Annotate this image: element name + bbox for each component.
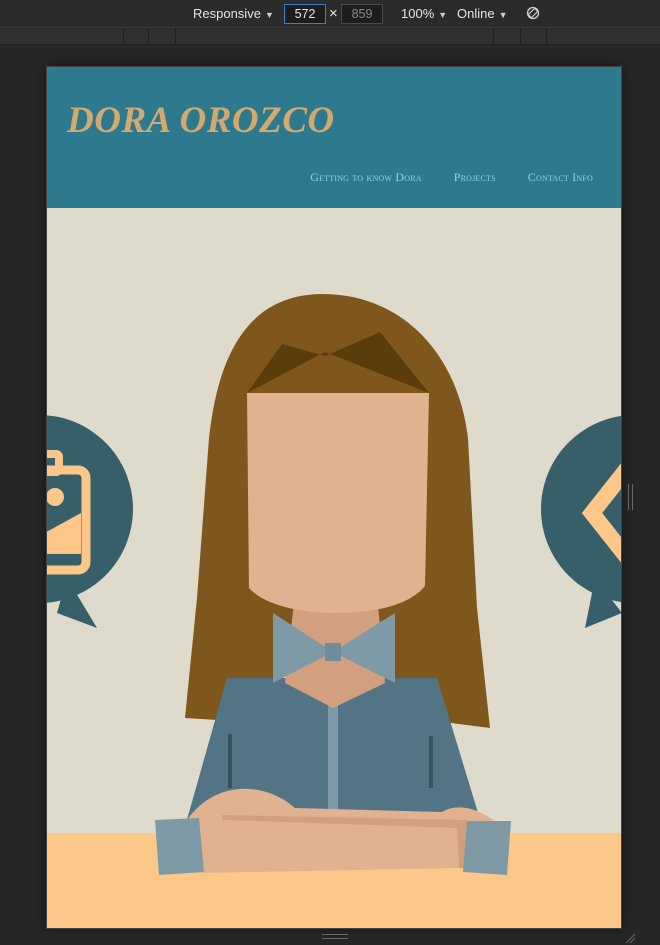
device-mode-dropdown[interactable]: Responsive ▼: [193, 6, 274, 22]
hero-illustration: [47, 208, 621, 928]
nav-link-contact[interactable]: Contact Info: [528, 170, 593, 185]
main-nav: Getting to know Dora Projects Contact In…: [310, 170, 593, 185]
device-mode-label: Responsive: [193, 6, 261, 21]
nav-link-about[interactable]: Getting to know Dora: [310, 170, 422, 185]
page-viewport: DORA OROZCO Getting to know Dora Project…: [47, 67, 621, 928]
media-query-ruler: [0, 29, 660, 45]
bottom-resize-handle[interactable]: [322, 934, 348, 939]
chevron-down-icon: ▼: [498, 10, 508, 20]
chevron-down-icon: ▼: [438, 10, 448, 20]
times-icon: ×: [329, 5, 338, 22]
zoom-label: 100%: [401, 6, 435, 21]
throttling-dropdown[interactable]: Online ▼: [457, 6, 508, 22]
right-resize-handle[interactable]: [628, 484, 633, 510]
devtools-toolbar: Responsive▼ × 100%▼ Online▼: [0, 0, 660, 28]
viewport-height-input[interactable]: [341, 4, 383, 24]
site-title[interactable]: DORA OROZCO: [67, 99, 335, 142]
rotate-icon[interactable]: [526, 6, 540, 20]
throttling-label: Online: [457, 6, 495, 21]
zoom-dropdown[interactable]: 100% ▼: [401, 6, 447, 22]
site-header: DORA OROZCO Getting to know Dora Project…: [47, 67, 621, 208]
viewport-width-input[interactable]: [284, 4, 326, 24]
chevron-down-icon: ▼: [264, 10, 274, 20]
nav-link-projects[interactable]: Projects: [454, 170, 496, 185]
corner-resize-handle[interactable]: [624, 932, 636, 944]
